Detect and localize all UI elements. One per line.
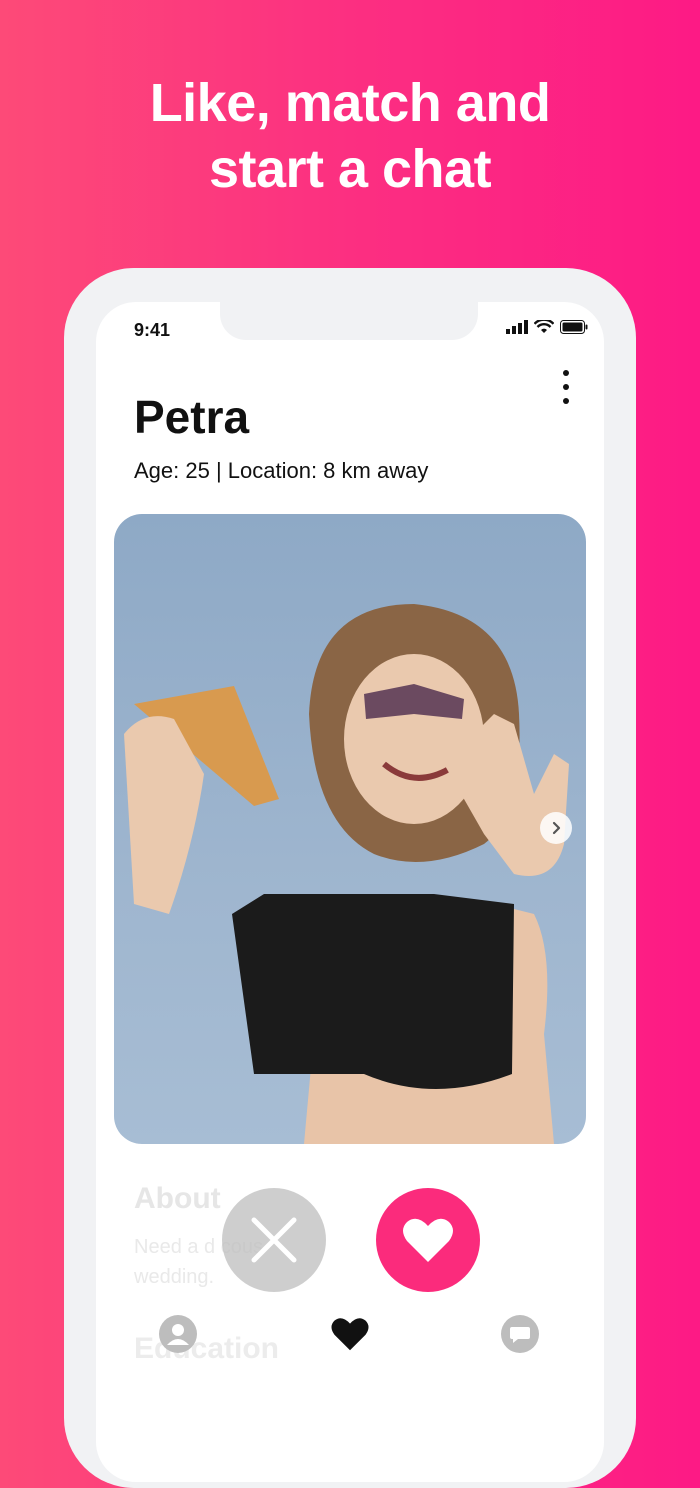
phone-notch (220, 302, 478, 340)
next-photo-button[interactable] (540, 812, 572, 844)
wifi-icon (534, 320, 554, 333)
status-time: 9:41 (134, 320, 171, 340)
profile-meta: Age: 25 | Location: 8 km away (134, 458, 429, 483)
photo-illustration (124, 604, 569, 1144)
tab-likes[interactable] (330, 1314, 370, 1354)
about-title: About (134, 1182, 221, 1215)
close-icon (251, 1217, 297, 1263)
more-options-icon[interactable] (556, 370, 576, 404)
tab-chat[interactable] (500, 1314, 540, 1354)
user-icon (159, 1315, 197, 1353)
headline: Like, match and start a chat (149, 73, 551, 199)
profile-name: Petra (134, 391, 250, 443)
battery-icon (560, 320, 588, 334)
status-icons (506, 320, 588, 334)
heart-icon (331, 1318, 369, 1351)
tab-bar (96, 1314, 604, 1374)
chat-icon (501, 1315, 539, 1353)
phone-screen: 9:41 Petra Age: 25 | Location: 8 km away (96, 302, 604, 1482)
like-button[interactable] (376, 1188, 480, 1292)
tab-profile[interactable] (158, 1314, 198, 1354)
heart-icon (403, 1218, 453, 1262)
chevron-right-icon (552, 821, 561, 835)
signal-icon (506, 320, 528, 334)
dislike-button[interactable] (222, 1188, 326, 1292)
profile-photo[interactable] (114, 514, 586, 1144)
